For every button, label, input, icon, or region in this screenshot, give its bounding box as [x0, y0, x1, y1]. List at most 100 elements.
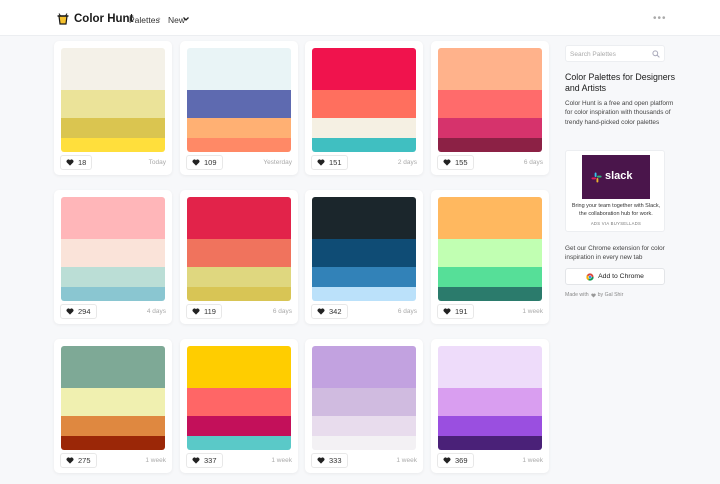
color-swatch[interactable] — [187, 436, 291, 450]
palette-swatches[interactable] — [61, 346, 165, 450]
ad-box[interactable]: slack Bring your team together with Slac… — [565, 150, 665, 232]
add-to-chrome-button[interactable]: Add to Chrome — [565, 268, 665, 285]
color-swatch[interactable] — [312, 118, 416, 138]
color-swatch[interactable] — [187, 48, 291, 90]
like-button[interactable]: 337 — [186, 453, 223, 468]
palette-swatches[interactable] — [438, 346, 542, 450]
made-with-author[interactable]: by Gal Shir — [598, 292, 624, 298]
color-swatch[interactable] — [312, 416, 416, 436]
palette-card[interactable]: 155 6 days — [431, 41, 549, 175]
color-swatch[interactable] — [187, 239, 291, 267]
logo-text[interactable]: Color Hunt — [74, 13, 133, 25]
color-swatch[interactable] — [438, 346, 542, 388]
color-swatch[interactable] — [187, 267, 291, 287]
color-swatch[interactable] — [187, 197, 291, 239]
palette-swatches[interactable] — [187, 346, 291, 450]
color-swatch[interactable] — [312, 267, 416, 287]
like-button[interactable]: 155 — [437, 155, 474, 170]
palette-card[interactable]: 191 1 week — [431, 190, 549, 324]
ad-image[interactable]: slack — [582, 155, 650, 199]
color-swatch[interactable] — [61, 416, 165, 436]
color-swatch[interactable] — [438, 239, 542, 267]
palette-card[interactable]: 151 2 days — [305, 41, 423, 175]
palette-card[interactable]: 275 1 week — [54, 339, 172, 473]
color-swatch[interactable] — [312, 388, 416, 416]
palette-swatches[interactable] — [61, 48, 165, 152]
color-swatch[interactable] — [312, 239, 416, 267]
color-swatch[interactable] — [312, 138, 416, 152]
like-button[interactable]: 191 — [437, 304, 474, 319]
nav-palettes-link[interactable]: Palettes — [129, 15, 160, 25]
color-swatch[interactable] — [61, 48, 165, 90]
color-swatch[interactable] — [312, 48, 416, 90]
color-swatch[interactable] — [61, 239, 165, 267]
color-swatch[interactable] — [187, 118, 291, 138]
color-swatch[interactable] — [438, 436, 542, 450]
color-swatch[interactable] — [438, 388, 542, 416]
color-swatch[interactable] — [438, 90, 542, 118]
color-swatch[interactable] — [187, 346, 291, 388]
like-button[interactable]: 275 — [60, 453, 97, 468]
like-button[interactable]: 294 — [60, 304, 97, 319]
palette-swatches[interactable] — [312, 197, 416, 301]
palette-card[interactable]: 369 1 week — [431, 339, 549, 473]
palette-card[interactable]: 18 Today — [54, 41, 172, 175]
ad-via-label[interactable]: ADS VIA BUYSELLADS — [570, 221, 662, 226]
color-swatch[interactable] — [187, 90, 291, 118]
color-swatch[interactable] — [61, 388, 165, 416]
palette-card[interactable]: 333 1 week — [305, 339, 423, 473]
color-swatch[interactable] — [312, 436, 416, 450]
color-swatch[interactable] — [61, 346, 165, 388]
like-button[interactable]: 109 — [186, 155, 223, 170]
color-swatch[interactable] — [61, 287, 165, 301]
color-swatch[interactable] — [438, 118, 542, 138]
like-button[interactable]: 18 — [60, 155, 93, 170]
palette-swatches[interactable] — [438, 48, 542, 152]
palette-card[interactable]: 119 6 days — [180, 190, 298, 324]
color-swatch[interactable] — [438, 197, 542, 239]
color-hunt-logo-icon[interactable] — [56, 12, 70, 26]
palette-date: Today — [148, 159, 166, 166]
color-swatch[interactable] — [61, 118, 165, 138]
palette-card[interactable]: 294 4 days — [54, 190, 172, 324]
color-swatch[interactable] — [438, 287, 542, 301]
like-button[interactable]: 151 — [311, 155, 348, 170]
ad-text[interactable]: Bring your team together with Slack, the… — [570, 203, 662, 218]
palette-swatches[interactable] — [187, 197, 291, 301]
color-swatch[interactable] — [61, 436, 165, 450]
palette-card[interactable]: 337 1 week — [180, 339, 298, 473]
color-swatch[interactable] — [312, 197, 416, 239]
like-button[interactable]: 342 — [311, 304, 348, 319]
color-swatch[interactable] — [61, 267, 165, 287]
color-swatch[interactable] — [187, 416, 291, 436]
color-swatch[interactable] — [438, 267, 542, 287]
palette-swatches[interactable] — [61, 197, 165, 301]
like-button[interactable]: 119 — [186, 304, 222, 319]
like-button[interactable]: 333 — [311, 453, 348, 468]
color-swatch[interactable] — [61, 90, 165, 118]
palette-swatches[interactable] — [438, 197, 542, 301]
palette-swatches[interactable] — [312, 346, 416, 450]
more-menu-icon[interactable]: ••• — [653, 13, 667, 24]
heart-icon — [192, 308, 200, 315]
chevron-down-icon[interactable] — [182, 15, 190, 23]
palette-swatches[interactable] — [312, 48, 416, 152]
color-swatch[interactable] — [187, 287, 291, 301]
color-swatch[interactable] — [312, 90, 416, 118]
color-swatch[interactable] — [61, 197, 165, 239]
palette-swatches[interactable] — [187, 48, 291, 152]
color-swatch[interactable] — [61, 138, 165, 152]
search-box[interactable] — [565, 45, 665, 62]
color-swatch[interactable] — [438, 138, 542, 152]
search-input[interactable] — [570, 49, 650, 60]
color-swatch[interactable] — [438, 416, 542, 436]
palette-card[interactable]: 109 Yesterday — [180, 41, 298, 175]
color-swatch[interactable] — [187, 138, 291, 152]
palette-card[interactable]: 342 6 days — [305, 190, 423, 324]
color-swatch[interactable] — [438, 48, 542, 90]
like-button[interactable]: 369 — [437, 453, 474, 468]
color-swatch[interactable] — [312, 346, 416, 388]
search-icon[interactable] — [652, 50, 660, 58]
color-swatch[interactable] — [187, 388, 291, 416]
color-swatch[interactable] — [312, 287, 416, 301]
